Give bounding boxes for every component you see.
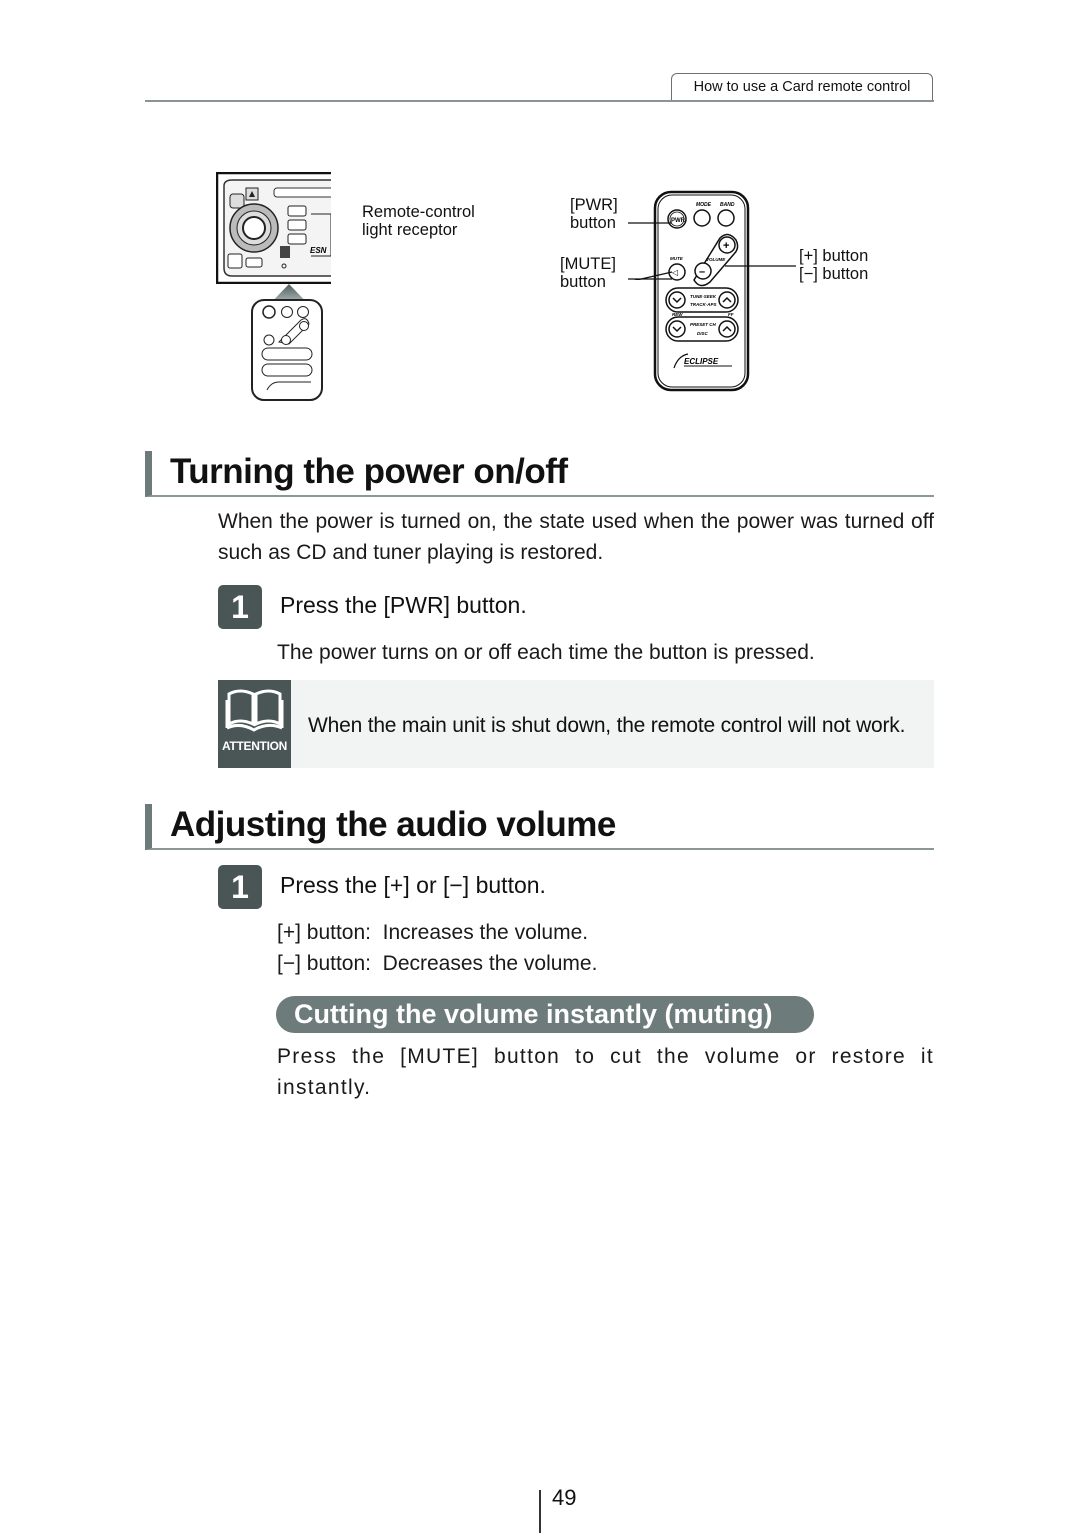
section-heading-volume: Adjusting the audio volume — [145, 804, 934, 850]
header-rule — [145, 100, 934, 102]
svg-text:FF: FF — [728, 312, 734, 317]
small-remote-illustration — [249, 298, 325, 403]
head-unit-illustration: ESN — [215, 171, 339, 285]
attention-label: ATTENTION — [221, 739, 288, 753]
pwr-callout-line2: button — [570, 214, 616, 232]
receptor-label-line1: Remote-control — [362, 203, 475, 221]
minus-callout-label: [−] button — [799, 265, 869, 283]
section-title-volume: Adjusting the audio volume — [170, 805, 616, 844]
attention-icon: ATTENTION — [218, 680, 291, 768]
pwr-callout-line1: [PWR] — [570, 196, 618, 214]
svg-text:PRESET CH: PRESET CH — [690, 322, 717, 327]
subheading-muting-label: Cutting the volume instantly (muting) — [294, 999, 773, 1029]
plus-callout-label: [+] button — [799, 247, 869, 265]
section-title-power: Turning the power on/off — [170, 452, 568, 491]
step-detail-power: The power turns on or off each time the … — [277, 641, 815, 664]
mute-callout-line2: button — [560, 273, 606, 291]
receptor-label-line2: light receptor — [362, 221, 458, 239]
svg-text:DISC: DISC — [697, 331, 709, 336]
svg-text:ECLIPSE: ECLIPSE — [684, 357, 719, 366]
callout-lines — [620, 200, 800, 283]
mute-callout-label: [MUTE] button — [560, 255, 616, 291]
attention-text: When the main unit is shut down, the rem… — [308, 714, 906, 737]
mute-description: Press the [MUTE] button to cut the volum… — [277, 1045, 934, 1099]
book-icon — [225, 689, 284, 732]
receptor-label: Remote-control light receptor — [362, 203, 475, 239]
minus-description: [−] button: Decreases the volume. — [277, 952, 598, 975]
svg-text:TUNE·SEEK: TUNE·SEEK — [690, 294, 717, 299]
svg-text:TRACK·APS: TRACK·APS — [690, 302, 717, 307]
plus-description: [+] button: Increases the volume. — [277, 921, 589, 944]
step-text-volume: Press the [+] or [−] button. — [280, 872, 546, 898]
step-badge-power: 1 — [218, 585, 262, 629]
power-intro-text: When the power is turned on, the state u… — [218, 510, 934, 564]
mute-callout-line1: [MUTE] — [560, 255, 616, 273]
section-heading-power: Turning the power on/off — [145, 451, 934, 497]
page-number: 49 — [552, 1485, 577, 1510]
page-divider — [539, 1490, 541, 1533]
pwr-callout-label: [PWR] button — [570, 196, 618, 232]
header-tab: How to use a Card remote control — [671, 73, 933, 100]
step-badge-volume: 1 — [218, 865, 262, 909]
step-text-power: Press the [PWR] button. — [280, 592, 527, 618]
svg-text:ESN: ESN — [310, 246, 327, 255]
volume-callout-label: [+] button [−] button — [799, 247, 868, 283]
subheading-muting: Cutting the volume instantly (muting) — [276, 996, 814, 1033]
